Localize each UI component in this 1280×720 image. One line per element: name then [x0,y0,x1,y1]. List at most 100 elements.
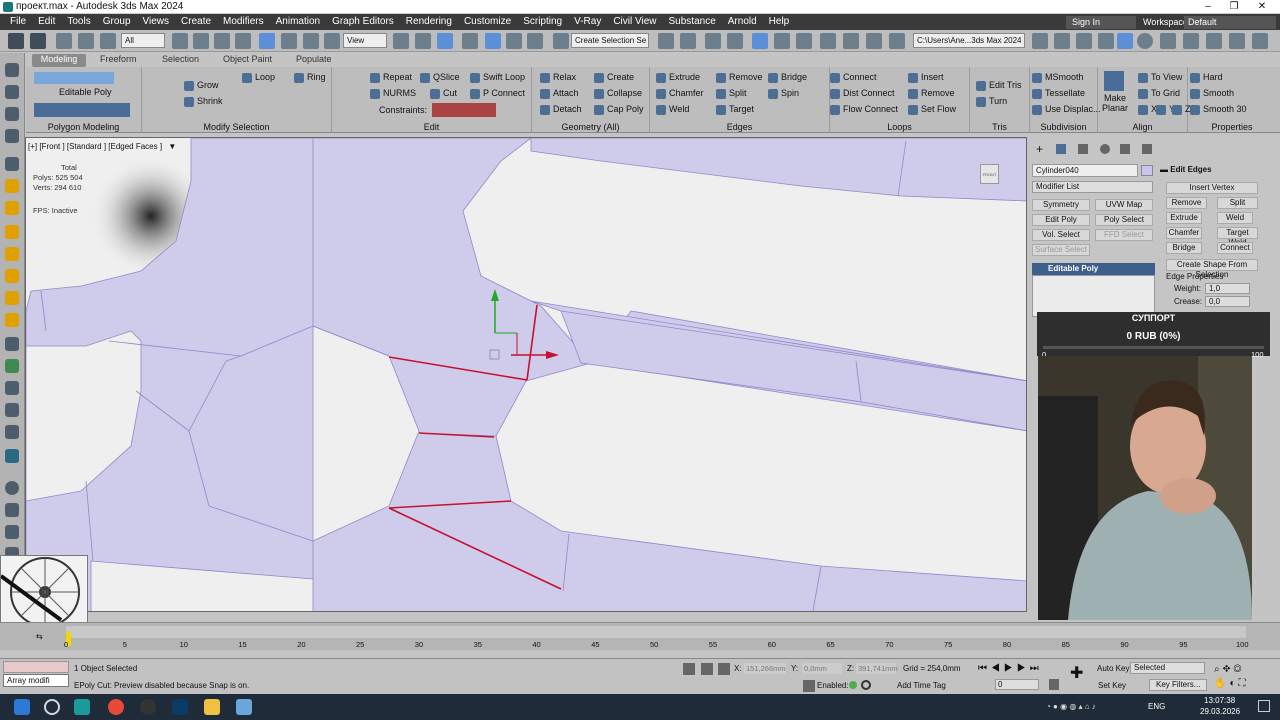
add-key-icon[interactable]: ✚ [1070,666,1086,682]
node-icon[interactable] [5,525,19,539]
hard-button[interactable]: Hard [1190,72,1223,83]
properties-label[interactable]: Properties [1188,122,1276,132]
maxscript-listener[interactable] [3,661,69,673]
3dsmax-taskbar-icon[interactable] [74,699,90,715]
percent-snap-icon[interactable] [506,33,522,49]
object-color-swatch[interactable] [1141,165,1153,176]
remove-button[interactable]: Remove [716,72,763,83]
qslice-button[interactable]: QSlice [420,72,460,83]
create-shape-button[interactable]: Create Shape From Selection [1166,259,1258,279]
chamfer-button[interactable]: Chamfer [656,88,704,99]
menu-file[interactable]: File [4,16,32,28]
hammer-icon[interactable] [5,179,19,193]
turn-button[interactable]: Turn [976,96,1007,107]
detach-button[interactable]: Detach [540,104,582,115]
workspace-dropdown[interactable]: Default [1184,16,1276,29]
split-button[interactable]: Split [716,88,747,99]
sun-icon[interactable] [5,247,19,261]
set-key-button[interactable]: Set Key [1098,681,1126,690]
timeline-toggle-icon[interactable]: ⇆ [36,632,43,641]
menu-help[interactable]: Help [763,16,796,28]
mesh-canvas[interactable] [26,138,1027,612]
render-production-icon[interactable] [889,33,905,49]
filter-icon[interactable]: ▼ [168,142,176,151]
make-planar-icon[interactable] [1104,71,1124,91]
menu-v-ray[interactable]: V-Ray [568,16,607,28]
multi-sphere-icon[interactable] [5,503,19,517]
project-folder-icon[interactable] [1032,33,1048,49]
tab-populate[interactable]: Populate [296,54,332,64]
rotate-tool-icon[interactable] [5,107,19,121]
menu-graph-editors[interactable]: Graph Editors [326,16,400,28]
spray-icon[interactable] [5,403,19,417]
keyboard-shortcut-icon[interactable] [437,33,453,49]
time-config-icon[interactable] [1049,679,1059,690]
cp-bridge-button[interactable]: Bridge [1166,242,1202,254]
navigation-controls[interactable]: ⌕✥◎ ✋◐⛶ [1214,663,1274,691]
weight-spinner[interactable]: 1,0 [1205,283,1250,294]
tab-selection[interactable]: Selection [162,54,199,64]
undo-icon[interactable] [8,33,24,49]
window-crossing-icon[interactable] [235,33,251,49]
shell-icon[interactable] [5,201,19,215]
photos-icon[interactable] [236,699,252,715]
tab-freeform[interactable]: Freeform [100,54,137,64]
polygon-modeling-label[interactable]: Polygon Modeling [26,122,141,132]
notifications-icon[interactable] [1258,700,1270,712]
playback-controls[interactable]: ⏮◀▶▶⏭ [978,663,1048,675]
menu-rendering[interactable]: Rendering [400,16,458,28]
insert-vertex-button[interactable]: Insert Vertex [1166,182,1258,194]
key-filters-button[interactable]: Key Filters... [1149,679,1207,691]
mirror-icon[interactable] [658,33,674,49]
viewcube[interactable]: FRONT [980,164,999,184]
insert-button[interactable]: Insert [908,72,944,83]
edge-tool-icon[interactable] [5,157,19,171]
motion-tab-icon[interactable] [1100,144,1110,154]
move-icon[interactable] [259,33,275,49]
align-x-button[interactable]: X [1138,104,1157,115]
stack-item-editable-poly[interactable]: Editable Poly [1032,263,1155,275]
snaps-toggle-icon[interactable] [462,33,478,49]
select-object-icon[interactable] [172,33,188,49]
menu-customize[interactable]: Customize [458,16,517,28]
modeling-tools-row[interactable] [34,103,130,117]
grow-button[interactable]: Grow [184,80,219,91]
render-setup-icon[interactable] [843,33,859,49]
cp-weld-button[interactable]: Weld [1217,212,1253,224]
start-icon[interactable] [14,699,30,715]
vray-render-icon[interactable] [1076,33,1092,49]
cp-connect-button[interactable]: Connect [1217,242,1253,254]
vray-ipr-icon[interactable] [1098,33,1114,49]
paint-icon[interactable] [5,129,19,143]
cut-button[interactable]: Cut [430,88,457,99]
edges-label[interactable]: Edges [650,122,829,132]
uvw-map-button[interactable]: UVW Map [1095,199,1153,211]
grass-icon[interactable] [5,425,19,439]
menu-create[interactable]: Create [175,16,217,28]
light-icon[interactable] [5,313,19,327]
to-grid-button[interactable]: To Grid [1138,88,1180,99]
utilities-tab-icon[interactable] [1142,144,1152,154]
y-coordinate-field[interactable]: 0,0mm [802,663,842,674]
clock-time[interactable]: 13:07:38 [1204,696,1235,705]
menu-edit[interactable]: Edit [32,16,61,28]
modify-selection-label[interactable]: Modify Selection [142,122,331,132]
extrude-button[interactable]: Extrude [656,72,700,83]
redo-icon[interactable] [30,33,46,49]
spinner-snap-icon[interactable] [527,33,543,49]
time-slider-track[interactable] [66,626,1246,638]
key-selection-dropdown[interactable]: Selected [1130,662,1205,674]
edit-tris-button[interactable]: Edit Tris [976,80,1022,91]
selection-filter-dropdown[interactable]: All [121,33,165,48]
cp-remove-button[interactable]: Remove [1166,197,1207,209]
menu-civil-view[interactable]: Civil View [607,16,662,28]
loops-label[interactable]: Loops [830,122,969,132]
tools-icon[interactable] [5,269,19,283]
geometry-label[interactable]: Geometry (All) [532,122,649,132]
menu-substance[interactable]: Substance [663,16,722,28]
named-selection-dropdown[interactable]: Create Selection Se [571,33,649,48]
connect-button[interactable]: Connect [830,72,877,83]
bind-spacewarp-icon[interactable] [100,33,116,49]
modify-tab-icon[interactable] [1056,144,1066,154]
loop-button[interactable]: Loop [242,72,275,83]
